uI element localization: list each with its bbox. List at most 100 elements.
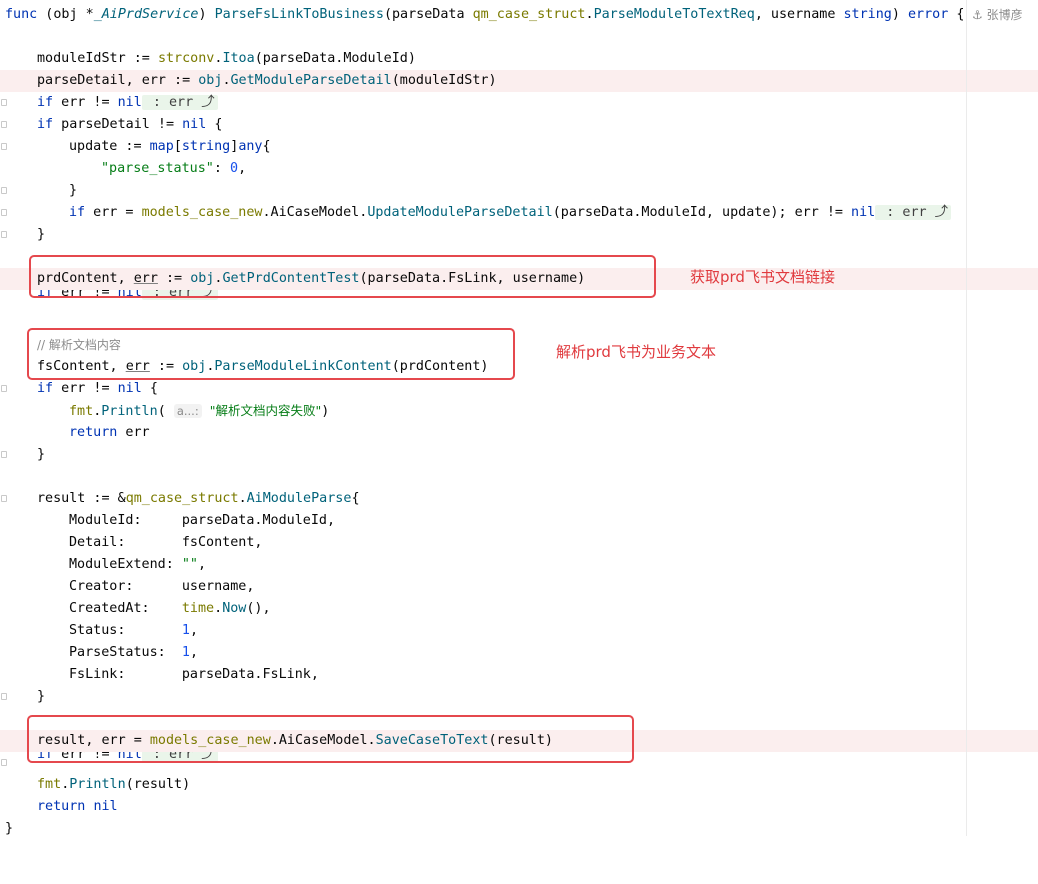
- code-text: {: [351, 491, 360, 506]
- code-line-8[interactable]: "parse_status": 0,: [0, 158, 1038, 180]
- code-line-25[interactable]: Detail: fsContent,: [0, 532, 1038, 554]
- folded-block[interactable]: : err ⤴: [875, 205, 952, 220]
- package-name: strconv: [157, 51, 215, 66]
- code-text: .AiCaseModel.: [262, 205, 368, 220]
- number-literal: 1: [181, 623, 190, 638]
- code-line-7[interactable]: update := map[string]any{: [0, 136, 1038, 158]
- code-text: parseData.ModuleId,: [181, 513, 336, 528]
- code-text: fsContent,: [181, 535, 263, 550]
- code-line-32[interactable]: }: [0, 686, 1038, 708]
- field-name: Detail:: [69, 535, 182, 550]
- keyword: if: [69, 205, 86, 220]
- fold-marker-icon[interactable]: [1, 495, 7, 502]
- field-name: ModuleExtend:: [69, 557, 182, 572]
- code-line-36[interactable]: fmt.Println(result): [0, 774, 1038, 796]
- code-text: ,: [189, 623, 198, 638]
- code-text: err: [117, 425, 150, 440]
- fold-marker-icon[interactable]: [1, 99, 7, 106]
- code-text: }: [37, 447, 46, 462]
- code-line-1[interactable]: func (obj *_AiPrdService) ParseFsLinkToB…: [0, 4, 1038, 26]
- code-line-10[interactable]: if err = models_case_new.AiCaseModel.Upd…: [0, 202, 1038, 224]
- code-line-28[interactable]: CreatedAt: time.Now(),: [0, 598, 1038, 620]
- receiver-name: obj: [198, 73, 223, 88]
- field-name: CreatedAt:: [69, 601, 182, 616]
- code-text: .: [585, 7, 594, 22]
- code-text: result := &: [37, 491, 126, 506]
- code-line-38[interactable]: }: [0, 818, 1038, 840]
- keyword: if: [37, 95, 54, 110]
- code-line-11[interactable]: }: [0, 224, 1038, 246]
- code-text: ): [321, 404, 330, 419]
- code-text: ): [891, 7, 908, 22]
- keyword: return: [69, 425, 118, 440]
- parameter-hint: a...:: [173, 404, 202, 418]
- field-name: Status:: [69, 623, 182, 638]
- code-line-20[interactable]: return err: [0, 422, 1038, 444]
- annotation-box-save: [27, 715, 634, 763]
- annotation-note-parse-doc: 解析prd飞书为业务文本: [556, 343, 716, 361]
- code-line-27[interactable]: Creator: username,: [0, 576, 1038, 598]
- keyword: if: [37, 381, 54, 396]
- code-text: }: [37, 689, 46, 704]
- code-line-26[interactable]: ModuleExtend: "",: [0, 554, 1038, 576]
- fold-marker-icon[interactable]: [1, 209, 7, 216]
- fold-marker-icon[interactable]: [1, 121, 7, 128]
- code-text: {: [141, 381, 158, 396]
- code-line-31[interactable]: FsLink: parseData.FsLink,: [0, 664, 1038, 686]
- code-text: , username: [754, 7, 844, 22]
- code-text: .: [214, 601, 223, 616]
- code-author-inlay[interactable]: ⚓ 张博彦: [972, 6, 1023, 23]
- keyword: nil: [117, 95, 142, 110]
- keyword: map: [149, 139, 174, 154]
- keyword: string: [843, 7, 892, 22]
- code-line-18[interactable]: if err != nil {: [0, 378, 1038, 400]
- code-line-19[interactable]: fmt.Println( a...: "解析文档内容失败"): [0, 400, 1038, 422]
- fold-marker-icon[interactable]: [1, 693, 7, 700]
- annotation-box-fetch-doc: [29, 255, 656, 298]
- inlay-divider: [966, 0, 967, 836]
- fold-marker-icon[interactable]: [1, 759, 7, 766]
- code-text: parseDetail !=: [53, 117, 183, 132]
- code-text: ,: [198, 557, 207, 572]
- field-name: ModuleId:: [69, 513, 182, 528]
- number-literal: 1: [181, 645, 190, 660]
- code-text: (result): [125, 777, 191, 792]
- fold-marker-icon[interactable]: [1, 143, 7, 150]
- code-line-29[interactable]: Status: 1,: [0, 620, 1038, 642]
- function-name: GetModuleParseDetail: [230, 73, 392, 88]
- code-line-24[interactable]: ModuleId: parseData.ModuleId,: [0, 510, 1038, 532]
- code-text: parseData.FsLink,: [181, 667, 319, 682]
- code-line-23[interactable]: result := &qm_case_struct.AiModuleParse{: [0, 488, 1038, 510]
- code-line-37[interactable]: return nil: [0, 796, 1038, 818]
- function-name: Println: [101, 404, 158, 419]
- code-line-6[interactable]: if parseDetail != nil {: [0, 114, 1038, 136]
- code-line-9[interactable]: }: [0, 180, 1038, 202]
- keyword: func: [5, 7, 38, 22]
- code-text: {: [262, 139, 271, 154]
- package-name: qm_case_struct: [125, 491, 239, 506]
- code-line-30[interactable]: ParseStatus: 1,: [0, 642, 1038, 664]
- code-editor[interactable]: func (obj *_AiPrdService) ParseFsLinkToB…: [0, 0, 1038, 836]
- keyword: nil: [117, 381, 142, 396]
- code-line-4[interactable]: parseDetail, err := obj.GetModuleParseDe…: [0, 70, 1038, 92]
- keyword: nil: [851, 205, 876, 220]
- code-text: [: [173, 139, 182, 154]
- keyword: string: [181, 139, 231, 154]
- fold-marker-icon[interactable]: [1, 187, 7, 194]
- code-line-3[interactable]: moduleIdStr := strconv.Itoa(parseData.Mo…: [0, 48, 1038, 70]
- code-text: }: [69, 183, 78, 198]
- keyword: any: [238, 139, 263, 154]
- code-text: parseDetail, err :=: [37, 73, 199, 88]
- fold-marker-icon[interactable]: [1, 451, 7, 458]
- code-line-21[interactable]: }: [0, 444, 1038, 466]
- string-literal: "": [181, 557, 198, 572]
- fold-marker-icon[interactable]: [1, 231, 7, 238]
- function-name: Itoa: [222, 51, 255, 66]
- folded-block[interactable]: : err ⤴: [141, 95, 218, 110]
- fold-marker-icon[interactable]: [1, 385, 7, 392]
- function-name: Println: [69, 777, 126, 792]
- code-line-5[interactable]: if err != nil : err ⤴: [0, 92, 1038, 114]
- code-text: (parseData: [383, 7, 473, 22]
- code-text: username,: [181, 579, 255, 594]
